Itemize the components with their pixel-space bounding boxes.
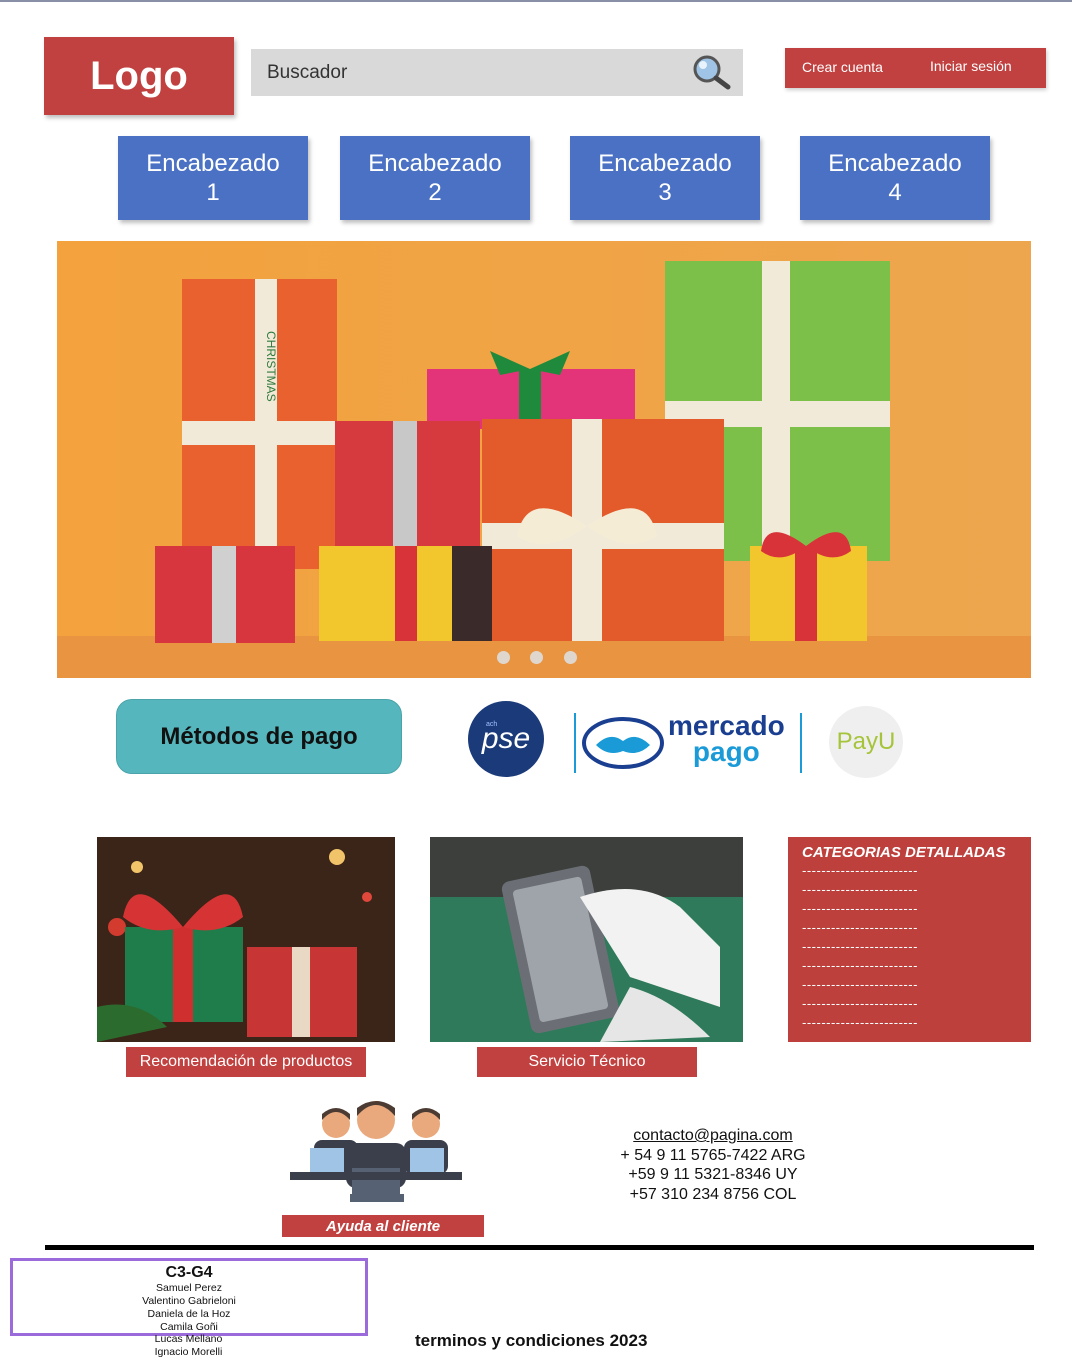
customer-support-icon[interactable]	[290, 1098, 462, 1208]
team-member: Daniela de la Hoz	[147, 1308, 231, 1320]
category-line[interactable]: ------------------------	[802, 975, 1017, 994]
search-input[interactable]	[251, 60, 669, 85]
payment-methods-button[interactable]: Métodos de pago	[116, 699, 402, 774]
team-members-overflow: Lucas Mellano Ignacio Morelli	[100, 1333, 277, 1359]
team-member: Lucas Mellano	[154, 1333, 223, 1345]
search-icon[interactable]	[691, 54, 731, 90]
phone-uy: +59 9 11 5321-8346 UY	[628, 1166, 798, 1183]
terms-and-conditions-link[interactable]: terminos y condiciones 2023	[415, 1331, 647, 1351]
nav-header-4[interactable]: Encabezado 4	[800, 136, 990, 220]
nav-header-2[interactable]: Encabezado 2	[340, 136, 530, 220]
mercadopago-logo: mercado pago	[574, 710, 802, 773]
team-member: Samuel Perez	[156, 1282, 222, 1294]
search-bar[interactable]	[251, 49, 743, 96]
contact-email-link[interactable]: contacto@pagina.com	[600, 1126, 826, 1146]
nav-number: 1	[206, 179, 220, 206]
handshake-icon	[582, 717, 664, 769]
mercadopago-wordmark: mercado pago	[668, 710, 785, 767]
phone-col: +57 310 234 8756 COL	[629, 1185, 797, 1203]
detailed-categories-panel[interactable]: CATEGORIAS DETALLADAS ------------------…	[788, 837, 1031, 1042]
carousel-dot-1[interactable]	[497, 651, 510, 664]
nav-label: Encabezado	[828, 150, 962, 177]
phone-repair-photo	[430, 837, 743, 1042]
technical-service-image[interactable]	[430, 837, 743, 1042]
carousel-dot-2[interactable]	[530, 651, 543, 664]
category-line[interactable]: ------------------------	[802, 861, 1017, 880]
top-border	[0, 0, 1072, 2]
customer-help-button[interactable]: Ayuda al cliente	[282, 1215, 484, 1237]
category-line[interactable]: ------------------------	[802, 994, 1017, 1013]
nav-label: Encabezado	[146, 150, 280, 177]
contact-info: contacto@pagina.com + 54 9 11 5765-7422 …	[600, 1126, 826, 1204]
category-line[interactable]: ------------------------	[802, 899, 1017, 918]
products-recommendation-button[interactable]: Recomendación de productos	[126, 1047, 366, 1077]
auth-bar: Crear cuenta Iniciar sesión	[785, 48, 1046, 88]
category-line[interactable]: ------------------------	[802, 918, 1017, 937]
login-button[interactable]: Iniciar sesión	[930, 58, 1012, 74]
ribbon-text: CHRISTMAS	[264, 331, 278, 402]
footer-divider	[45, 1245, 1034, 1250]
carousel-dot-3[interactable]	[564, 651, 577, 664]
nav-number: 2	[428, 179, 442, 206]
gift-boxes-illustration: CHRISTMAS	[57, 241, 1031, 678]
pse-logo: ach pse	[468, 701, 544, 777]
team-member: Valentino Gabrieloni	[142, 1295, 236, 1307]
nav-header-1[interactable]: Encabezado 1	[118, 136, 308, 220]
category-line[interactable]: ------------------------	[802, 937, 1017, 956]
category-line[interactable]: ------------------------	[802, 880, 1017, 899]
team-credits-box: C3-G4 Samuel Perez Valentino Gabrieloni …	[10, 1258, 368, 1336]
category-line[interactable]: ------------------------	[802, 1013, 1017, 1032]
pse-ach-text: ach	[486, 721, 498, 728]
nav-header-3[interactable]: Encabezado 3	[570, 136, 760, 220]
category-line[interactable]: ------------------------	[802, 956, 1017, 975]
create-account-button[interactable]: Crear cuenta	[802, 59, 883, 75]
nav-label: Encabezado	[368, 150, 502, 177]
christmas-gifts-photo	[97, 837, 395, 1042]
nav-number: 3	[658, 179, 672, 206]
products-image[interactable]	[97, 837, 395, 1042]
team-title: C3-G4	[165, 1264, 213, 1281]
hero-carousel-image: CHRISTMAS	[57, 241, 1031, 678]
payu-logo: PayU	[829, 706, 903, 778]
technical-service-button[interactable]: Servicio Técnico	[477, 1047, 697, 1077]
nav-number: 4	[888, 179, 902, 206]
team-member: Ignacio Morelli	[154, 1346, 223, 1358]
logo[interactable]: Logo	[44, 37, 234, 115]
nav-label: Encabezado	[598, 150, 732, 177]
categories-title: CATEGORIAS DETALLADAS	[802, 844, 1006, 861]
phone-arg: + 54 9 11 5765-7422 ARG	[620, 1146, 806, 1164]
